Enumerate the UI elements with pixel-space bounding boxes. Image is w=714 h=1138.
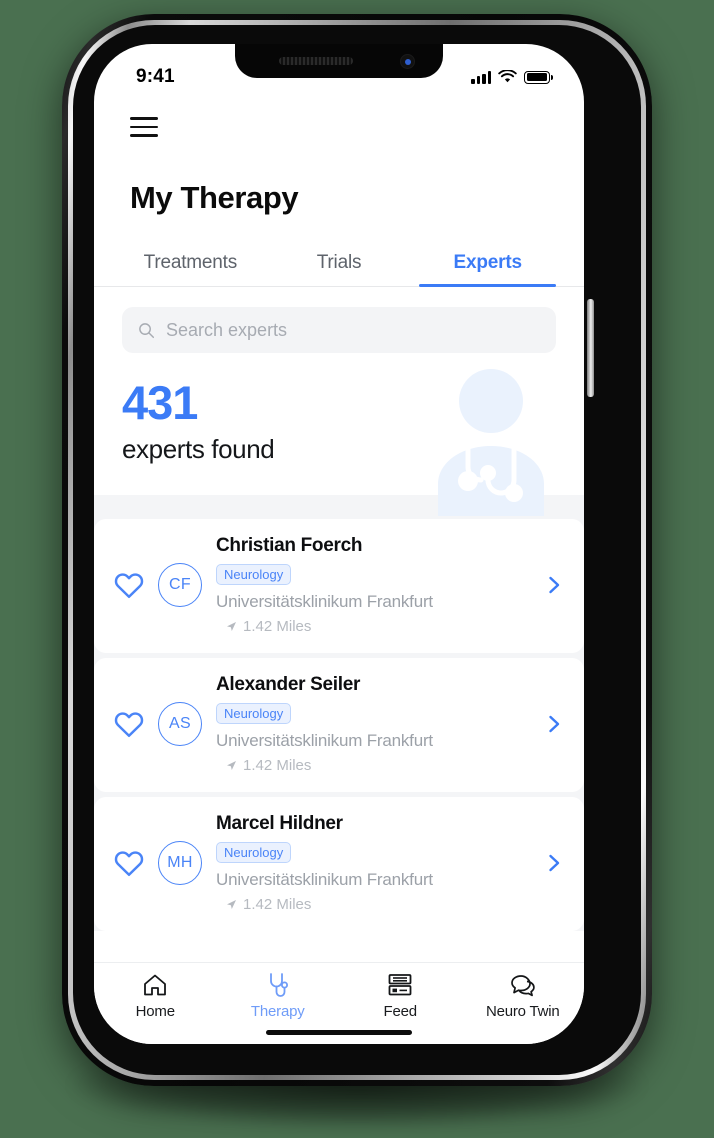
nav-label-feed: Feed	[383, 1003, 418, 1020]
search-section	[94, 287, 584, 353]
expert-distance: 1.42 Miles	[216, 618, 530, 635]
status-indicators	[471, 70, 553, 84]
expert-info: Marcel Hildner Neurology Universitätskli…	[216, 813, 530, 913]
expert-name: Alexander Seiler	[216, 674, 361, 695]
status-time: 9:41	[136, 66, 175, 87]
expert-distance: 1.42 Miles	[216, 896, 530, 913]
navigation-arrow-icon	[227, 761, 236, 770]
results-summary: 431 experts found	[94, 353, 584, 516]
device-notch	[235, 44, 443, 78]
expert-distance-text: 1.42 Miles	[243, 757, 312, 774]
expert-organization: Universitätsklinikum Frankfurt	[216, 592, 433, 611]
wifi-icon	[498, 70, 517, 83]
table-row[interactable]: MH Marcel Hildner Neurology Universitäts…	[94, 797, 584, 931]
expert-distance: 1.42 Miles	[216, 757, 530, 774]
home-icon	[142, 972, 168, 998]
doctor-with-stethoscope-illustration	[438, 369, 544, 516]
expert-info: Alexander Seiler Neurology Universitätsk…	[216, 674, 530, 774]
home-indicator[interactable]	[266, 1030, 412, 1035]
status-badge: Neurology	[216, 564, 292, 585]
expert-distance-text: 1.42 Miles	[243, 618, 312, 635]
expert-organization: Universitätsklinikum Frankfurt	[216, 870, 433, 889]
search-bar[interactable]	[122, 307, 556, 353]
expert-name: Christian Foerch	[216, 535, 363, 556]
nav-item-therapy[interactable]: Therapy	[217, 972, 340, 1020]
chevron-right-icon[interactable]	[544, 714, 564, 734]
page-title: My Therapy	[130, 180, 299, 215]
table-row[interactable]: AS Alexander Seiler Neurology Universitä…	[94, 658, 584, 792]
feed-list-icon	[387, 972, 413, 998]
nav-item-feed[interactable]: Feed	[339, 972, 462, 1020]
status-badge: Neurology	[216, 842, 292, 863]
chevron-right-icon[interactable]	[544, 575, 564, 595]
nav-label-home: Home	[135, 1003, 175, 1020]
nav-label-neuro-twin: Neuro Twin	[485, 1003, 560, 1020]
app-bar	[94, 96, 584, 158]
expert-info: Christian Foerch Neurology Universitätsk…	[216, 535, 530, 635]
hamburger-menu-icon[interactable]	[130, 117, 158, 137]
phone-device-frame: 9:41 My Therapy Treatments Trials Expert…	[62, 14, 652, 1086]
phone-screen: 9:41 My Therapy Treatments Trials Expert…	[94, 44, 584, 1044]
tab-bar: Treatments Trials Experts	[94, 242, 584, 287]
search-icon	[139, 322, 155, 338]
battery-full-icon	[524, 70, 553, 84]
tab-trials[interactable]: Trials	[265, 242, 414, 286]
heart-outline-icon[interactable]	[114, 709, 144, 739]
avatar: AS	[158, 702, 202, 746]
power-button[interactable]	[587, 299, 594, 397]
heart-outline-icon[interactable]	[114, 570, 144, 600]
cellular-signal-icon	[471, 70, 491, 84]
navigation-arrow-icon	[227, 900, 236, 909]
tab-experts[interactable]: Experts	[413, 242, 562, 287]
table-row[interactable]: CF Christian Foerch Neurology Universitä…	[94, 519, 584, 653]
tab-treatments[interactable]: Treatments	[116, 242, 265, 286]
page-header: My Therapy	[94, 158, 584, 216]
expert-name: Marcel Hildner	[216, 813, 343, 834]
expert-distance-text: 1.42 Miles	[243, 896, 312, 913]
expert-organization: Universitätsklinikum Frankfurt	[216, 731, 433, 750]
avatar: CF	[158, 563, 202, 607]
earpiece-speaker	[279, 57, 353, 65]
search-input[interactable]	[166, 319, 540, 341]
nav-label-therapy: Therapy	[250, 1003, 305, 1020]
navigation-arrow-icon	[227, 622, 236, 631]
chevron-right-icon[interactable]	[544, 853, 564, 873]
status-badge: Neurology	[216, 703, 292, 724]
expert-list: CF Christian Foerch Neurology Universitä…	[94, 519, 584, 931]
front-camera	[400, 54, 415, 69]
nav-item-neuro-twin[interactable]: Neuro Twin	[462, 972, 585, 1020]
avatar: MH	[158, 841, 202, 885]
nav-item-home[interactable]: Home	[94, 972, 217, 1020]
heart-outline-icon[interactable]	[114, 848, 144, 878]
chat-bubbles-icon	[509, 972, 537, 998]
stethoscope-icon	[266, 972, 290, 998]
